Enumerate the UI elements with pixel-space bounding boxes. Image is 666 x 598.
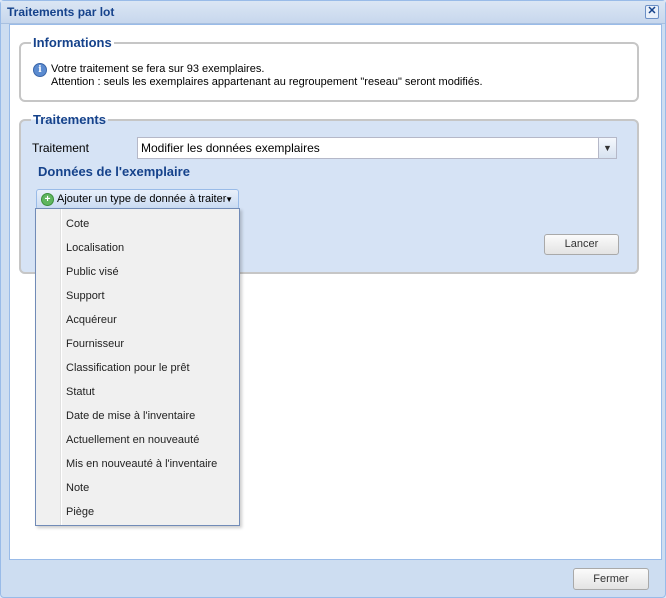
menu-item-date-inventaire[interactable]: Date de mise à l'inventaire xyxy=(66,410,195,422)
menu-item-cote[interactable]: Cote xyxy=(66,218,89,230)
traitement-label: Traitement xyxy=(32,141,89,155)
traitements-legend: Traitements xyxy=(31,112,108,127)
window-titlebar[interactable]: Traitements par lot ✕ xyxy=(1,1,665,24)
menu-item-localisation[interactable]: Localisation xyxy=(66,242,124,254)
menu-item-note[interactable]: Note xyxy=(66,482,89,494)
close-icon[interactable]: ✕ xyxy=(645,5,659,19)
traitement-select-value: Modifier les données exemplaires xyxy=(141,141,320,155)
lancer-button[interactable]: Lancer xyxy=(544,234,619,255)
menu-item-support[interactable]: Support xyxy=(66,290,105,302)
menu-separator xyxy=(60,209,62,525)
menu-item-piege[interactable]: Piège xyxy=(66,506,94,518)
menu-item-fournisseur[interactable]: Fournisseur xyxy=(66,338,124,350)
menu-item-acquereur[interactable]: Acquéreur xyxy=(66,314,117,326)
caret-down-icon: ▼ xyxy=(225,195,233,204)
add-data-type-label: Ajouter un type de donnée à traiter xyxy=(57,193,227,205)
donnees-exemplaire-title: Données de l'exemplaire xyxy=(38,164,190,179)
informations-legend: Informations xyxy=(31,35,114,50)
info-icon: i xyxy=(33,63,47,77)
add-data-type-button[interactable]: + Ajouter un type de donnée à traiter ▼ xyxy=(36,189,239,210)
menu-item-mis-en-nouveaute[interactable]: Mis en nouveauté à l'inventaire xyxy=(66,458,217,470)
add-icon: + xyxy=(41,193,54,206)
traitement-select[interactable]: Modifier les données exemplaires ▼ xyxy=(137,137,617,159)
data-type-menu: Cote Localisation Public visé Support Ac… xyxy=(35,208,240,526)
menu-item-statut[interactable]: Statut xyxy=(66,386,95,398)
chevron-down-icon[interactable]: ▼ xyxy=(598,138,616,158)
info-message-count: Votre traitement se fera sur 93 exemplai… xyxy=(51,63,265,75)
info-message-warning: Attention : seuls les exemplaires appart… xyxy=(51,76,483,88)
informations-fieldset: Informations i Votre traitement se fera … xyxy=(19,35,639,102)
menu-item-public-vise[interactable]: Public visé xyxy=(66,266,119,278)
window-title: Traitements par lot xyxy=(7,5,115,19)
menu-item-classification[interactable]: Classification pour le prêt xyxy=(66,362,190,374)
fermer-button[interactable]: Fermer xyxy=(573,568,649,590)
menu-item-actuellement-nouveaute[interactable]: Actuellement en nouveauté xyxy=(66,434,199,446)
